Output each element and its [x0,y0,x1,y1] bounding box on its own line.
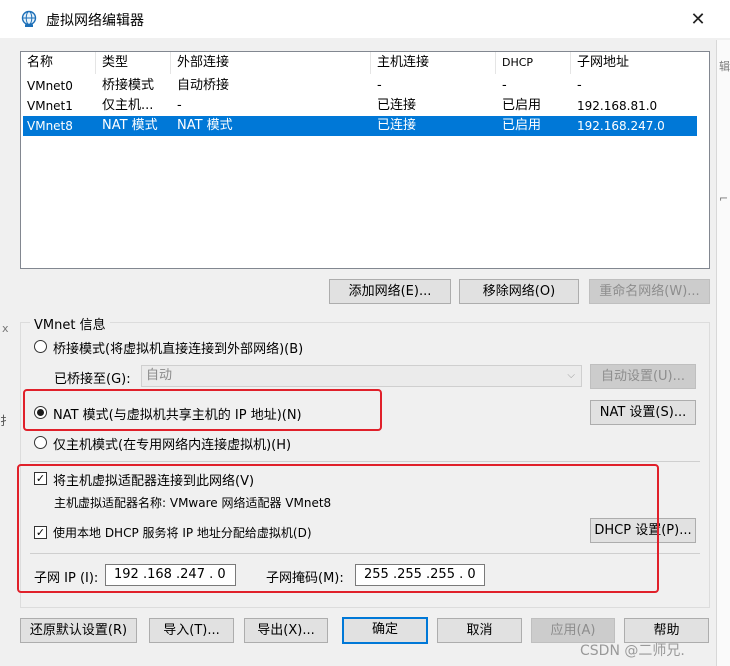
cell-external: NAT 模式 [177,118,233,133]
column-header-host[interactable]: 主机连接 [371,52,496,74]
column-header-type[interactable]: 类型 [96,52,171,74]
table-row[interactable]: VMnet1 仅主机... - 已连接 已启用 192.168.81.0 [23,96,697,116]
cell-external: 自动桥接 [177,78,230,93]
nat-settings-button[interactable]: NAT 设置(S)... [590,400,696,425]
cell-name: VMnet1 [27,99,73,113]
adapter-highlight-box [17,464,659,593]
window-title: 虚拟网络编辑器 [46,13,144,29]
bridged-radio[interactable] [34,340,47,353]
network-globe-icon [21,10,37,27]
bridged-to-label: 已桥接至(G): [54,372,131,387]
cell-type: 仅主机... [102,98,154,113]
watermark-text: CSDN @二师兄. [580,643,685,659]
bridged-to-value: 自动 [146,368,173,383]
cell-external: - [177,98,182,113]
cell-type: NAT 模式 [102,118,158,133]
cell-subnet: - [577,78,582,93]
background-glyph: x [2,322,9,335]
cell-type: 桥接模式 [102,78,155,93]
close-button[interactable]: ✕ [680,4,716,34]
cell-subnet: 192.168.81.0 [577,99,658,113]
column-header-dhcp[interactable]: DHCP [496,52,571,74]
background-window-edge: 辑 ⌐ [716,40,730,666]
column-header-subnet[interactable]: 子网地址 [571,52,697,74]
background-glyph: 扌 [0,414,13,428]
column-header-name[interactable]: 名称 [21,52,96,74]
nat-highlight-box [23,389,382,431]
add-network-button[interactable]: 添加网络(E)... [329,279,451,304]
table-row[interactable]: VMnet0 桥接模式 自动桥接 - - - [23,76,697,96]
auto-settings-button[interactable]: 自动设置(U)... [590,364,696,389]
cell-dhcp: 已启用 [502,118,542,133]
close-icon: ✕ [690,8,706,30]
cell-host: 已连接 [377,98,417,113]
rename-network-button[interactable]: 重命名网络(W)... [589,279,710,304]
vmnet-info-label: VMnet 信息 [30,314,110,333]
cell-dhcp: - [502,78,507,93]
restore-defaults-button[interactable]: 还原默认设置(R) [20,618,137,643]
cell-name: VMnet0 [27,79,73,93]
network-list[interactable]: 名称 类型 外部连接 主机连接 DHCP 子网地址 VMnet0 桥接模式 自动… [20,51,710,269]
hostonly-radio-label[interactable]: 仅主机模式(在专用网络内连接虚拟机)(H) [53,434,291,453]
cell-subnet: 192.168.247.0 [577,119,665,133]
import-button[interactable]: 导入(T)... [149,618,234,643]
export-button[interactable]: 导出(X)... [244,618,328,643]
table-row-selected[interactable]: VMnet8 NAT 模式 NAT 模式 已连接 已启用 192.168.247… [23,116,697,136]
ok-button[interactable]: 确定 [342,617,428,644]
cancel-button[interactable]: 取消 [437,618,522,643]
bridged-radio-label[interactable]: 桥接模式(将虚拟机直接连接到外部网络)(B) [53,338,303,357]
remove-network-button[interactable]: 移除网络(O) [459,279,579,304]
hostonly-radio[interactable] [34,436,47,449]
column-header-external[interactable]: 外部连接 [171,52,371,74]
chevron-down-icon: ⌵ [567,370,575,381]
cell-host: - [377,78,382,93]
background-glyph: ⌐ [719,192,729,205]
background-glyph: 辑 [719,60,730,73]
cell-name: VMnet8 [27,119,73,133]
divider [30,461,700,462]
cell-host: 已连接 [377,118,417,133]
cell-dhcp: 已启用 [502,98,542,113]
bridged-to-select[interactable]: 自动 ⌵ [141,365,582,387]
